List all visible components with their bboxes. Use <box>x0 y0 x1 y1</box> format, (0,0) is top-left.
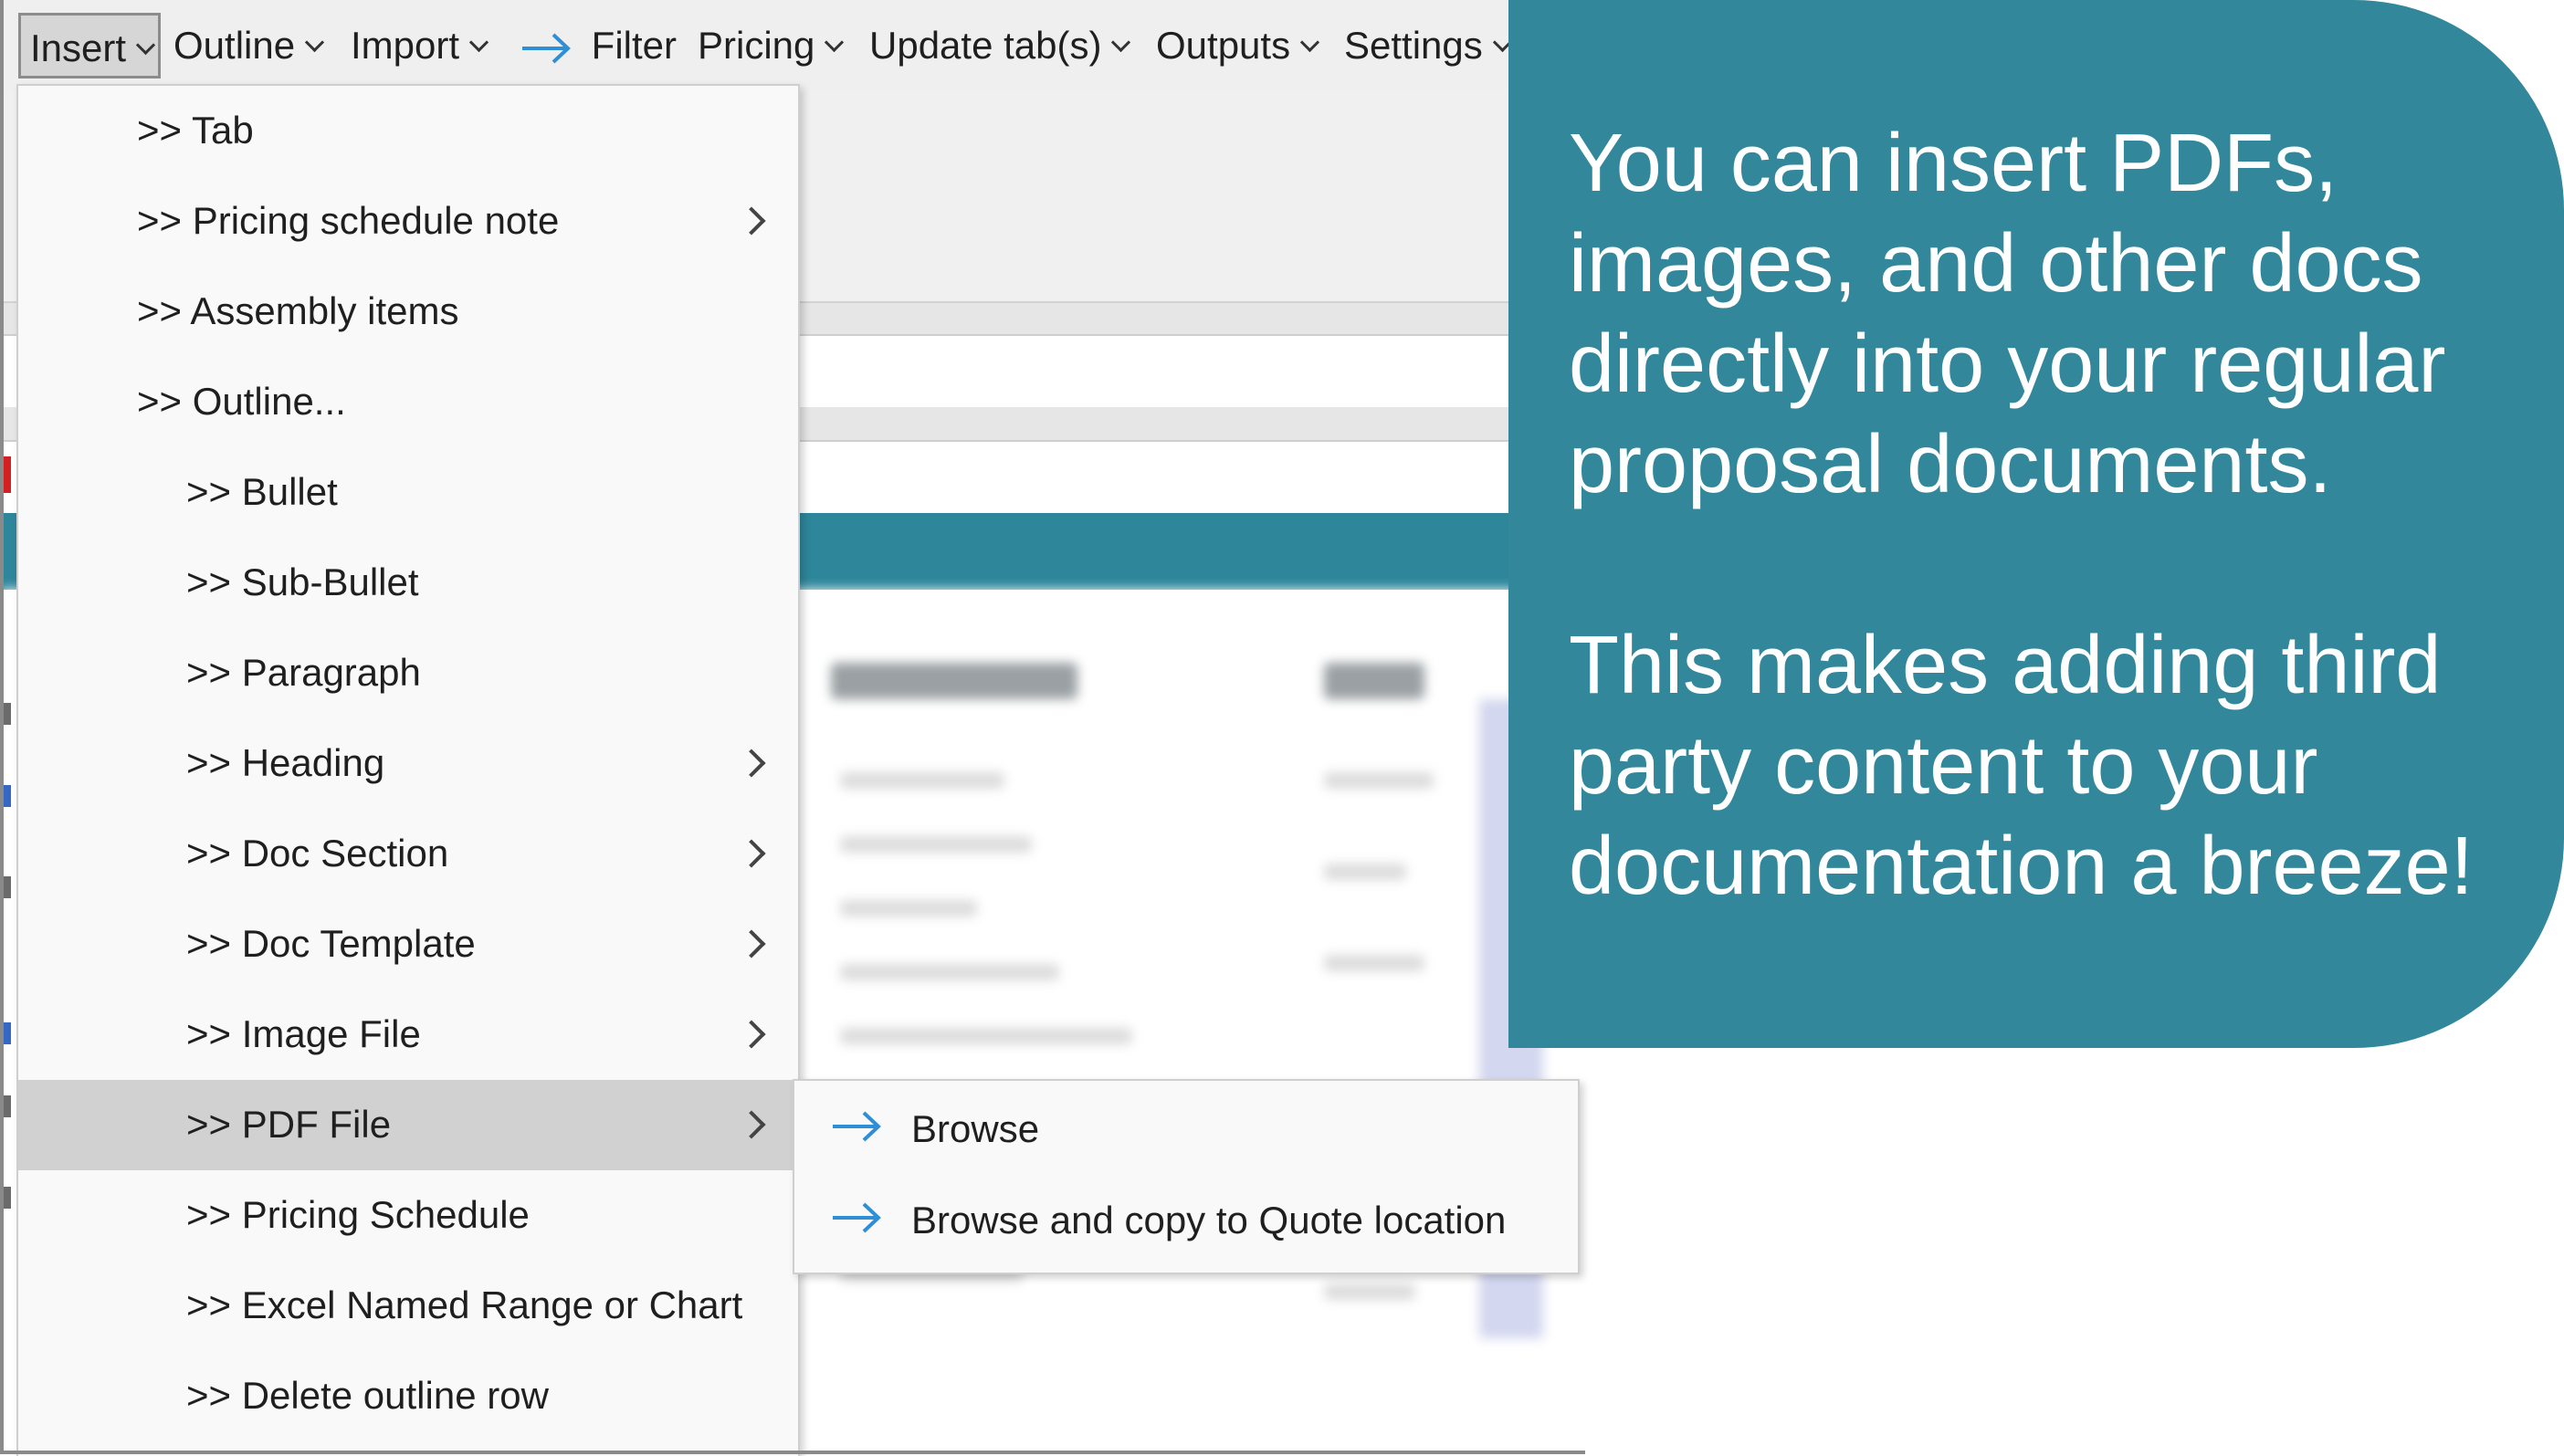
menu-outline[interactable]: Outline <box>173 13 325 79</box>
menu-item-label: >> Doc Section <box>186 832 449 875</box>
menu-filter[interactable]: Filter <box>520 13 677 79</box>
menu-item-label: >> Excel Named Range or Chart <box>186 1283 743 1326</box>
chevron-down-icon <box>304 32 325 53</box>
menu-item-pdf-file[interactable]: >> PDF File <box>18 1080 798 1170</box>
menu-item-doc-section[interactable]: >> Doc Section <box>18 809 798 899</box>
row-markers <box>4 456 13 1333</box>
submenu-item-browse[interactable]: Browse <box>794 1084 1578 1176</box>
menu-item-label: >> Image File <box>186 1012 421 1055</box>
menu-item-label: >> Delete outline row <box>186 1374 549 1417</box>
callout-paragraph-1: You can insert PDFs, images, and other d… <box>1569 118 2446 510</box>
menu-item-label: >> Tab <box>137 109 254 152</box>
menu-item-label: >> Doc Template <box>186 922 476 965</box>
blurred-column-header <box>1324 663 1424 699</box>
chevron-right-icon <box>737 749 766 778</box>
menu-item-label: >> PDF File <box>186 1103 392 1146</box>
menu-item-sub-bullet[interactable]: >> Sub-Bullet <box>18 538 798 628</box>
menu-item-pricing-schedule-note[interactable]: >> Pricing schedule note <box>18 176 798 267</box>
submenu-item-label: Browse <box>911 1107 1040 1150</box>
callout-paragraph-2: This makes adding third party content to… <box>1569 620 2474 912</box>
chevron-down-icon <box>468 32 489 53</box>
menu-item-assembly-items[interactable]: >> Assembly items <box>18 267 798 357</box>
blurred-column-header <box>831 663 1077 699</box>
submenu-item-label: Browse and copy to Quote location <box>911 1199 1507 1241</box>
menu-item-label: >> Pricing schedule note <box>137 199 560 242</box>
menu-settings[interactable]: Settings <box>1344 13 1512 79</box>
menu-item-outline[interactable]: >> Outline... <box>18 357 798 447</box>
chevron-down-icon <box>825 32 845 53</box>
menu-outputs-label: Outputs <box>1156 24 1291 67</box>
menu-item-label: >> Pricing Schedule <box>186 1193 530 1236</box>
menu-bar: Insert Outline Import Filter Pricing Upd… <box>0 0 1516 89</box>
menu-insert-label: Insert <box>30 26 127 69</box>
chevron-right-icon <box>737 929 766 958</box>
menu-item-paragraph[interactable]: >> Paragraph <box>18 628 798 718</box>
menu-item-excel-named-range[interactable]: >> Excel Named Range or Chart <box>18 1261 798 1351</box>
menu-import[interactable]: Import <box>351 13 489 79</box>
menu-item-tab[interactable]: >> Tab <box>18 86 798 176</box>
menu-settings-label: Settings <box>1344 24 1483 67</box>
menu-item-bullet[interactable]: >> Bullet <box>18 447 798 538</box>
menu-item-label: >> Sub-Bullet <box>186 560 419 603</box>
menu-item-doc-template[interactable]: >> Doc Template <box>18 899 798 990</box>
menu-item-label: >> Heading <box>186 741 385 784</box>
arrow-right-icon <box>833 1111 881 1142</box>
chevron-right-icon <box>737 839 766 868</box>
menu-item-pricing-schedule[interactable]: >> Pricing Schedule <box>18 1170 798 1261</box>
menu-filter-label: Filter <box>591 24 678 67</box>
menu-item-delete-outline-row[interactable]: >> Delete outline row <box>18 1351 798 1441</box>
chevron-right-icon <box>737 1110 766 1139</box>
menu-update-tabs[interactable]: Update tab(s) <box>869 13 1131 79</box>
submenu-item-browse-and-copy[interactable]: Browse and copy to Quote location <box>794 1176 1578 1267</box>
blurred-row <box>840 900 977 917</box>
blurred-row <box>840 964 1059 980</box>
callout-panel: You can insert PDFs, images, and other d… <box>1508 0 2564 1048</box>
pdf-file-submenu: Browse Browse and copy to Quote location <box>793 1079 1580 1274</box>
chevron-down-icon <box>135 35 156 56</box>
blurred-row <box>840 836 1032 853</box>
blurred-row <box>1324 864 1406 880</box>
chevron-down-icon <box>1299 32 1320 53</box>
menu-pricing-label: Pricing <box>698 24 815 67</box>
insert-dropdown-menu: >> Tab >> Pricing schedule note >> Assem… <box>16 84 800 1456</box>
menu-item-label: >> Bullet <box>186 470 338 513</box>
blurred-row <box>1324 772 1434 789</box>
blurred-row <box>840 772 1004 789</box>
chevron-right-icon <box>737 1020 766 1049</box>
menu-item-heading[interactable]: >> Heading <box>18 718 798 809</box>
menu-item-image-file[interactable]: >> Image File <box>18 990 798 1080</box>
arrow-right-icon <box>833 1202 881 1233</box>
blurred-row <box>840 1028 1132 1044</box>
menu-outline-label: Outline <box>173 24 296 67</box>
chevron-right-icon <box>737 206 766 236</box>
menu-insert[interactable]: Insert <box>18 13 161 79</box>
menu-item-label: >> Paragraph <box>186 651 421 694</box>
menu-item-label: >> Outline... <box>137 380 346 423</box>
menu-pricing[interactable]: Pricing <box>698 13 845 79</box>
blurred-row <box>1324 1283 1415 1300</box>
arrow-right-icon <box>522 33 571 64</box>
menu-item-label: >> Assembly items <box>137 289 459 332</box>
menu-import-label: Import <box>351 24 460 67</box>
menu-update-tabs-label: Update tab(s) <box>869 24 1102 67</box>
menu-outputs[interactable]: Outputs <box>1156 13 1320 79</box>
blurred-row <box>1324 955 1424 971</box>
chevron-down-icon <box>1111 32 1131 53</box>
